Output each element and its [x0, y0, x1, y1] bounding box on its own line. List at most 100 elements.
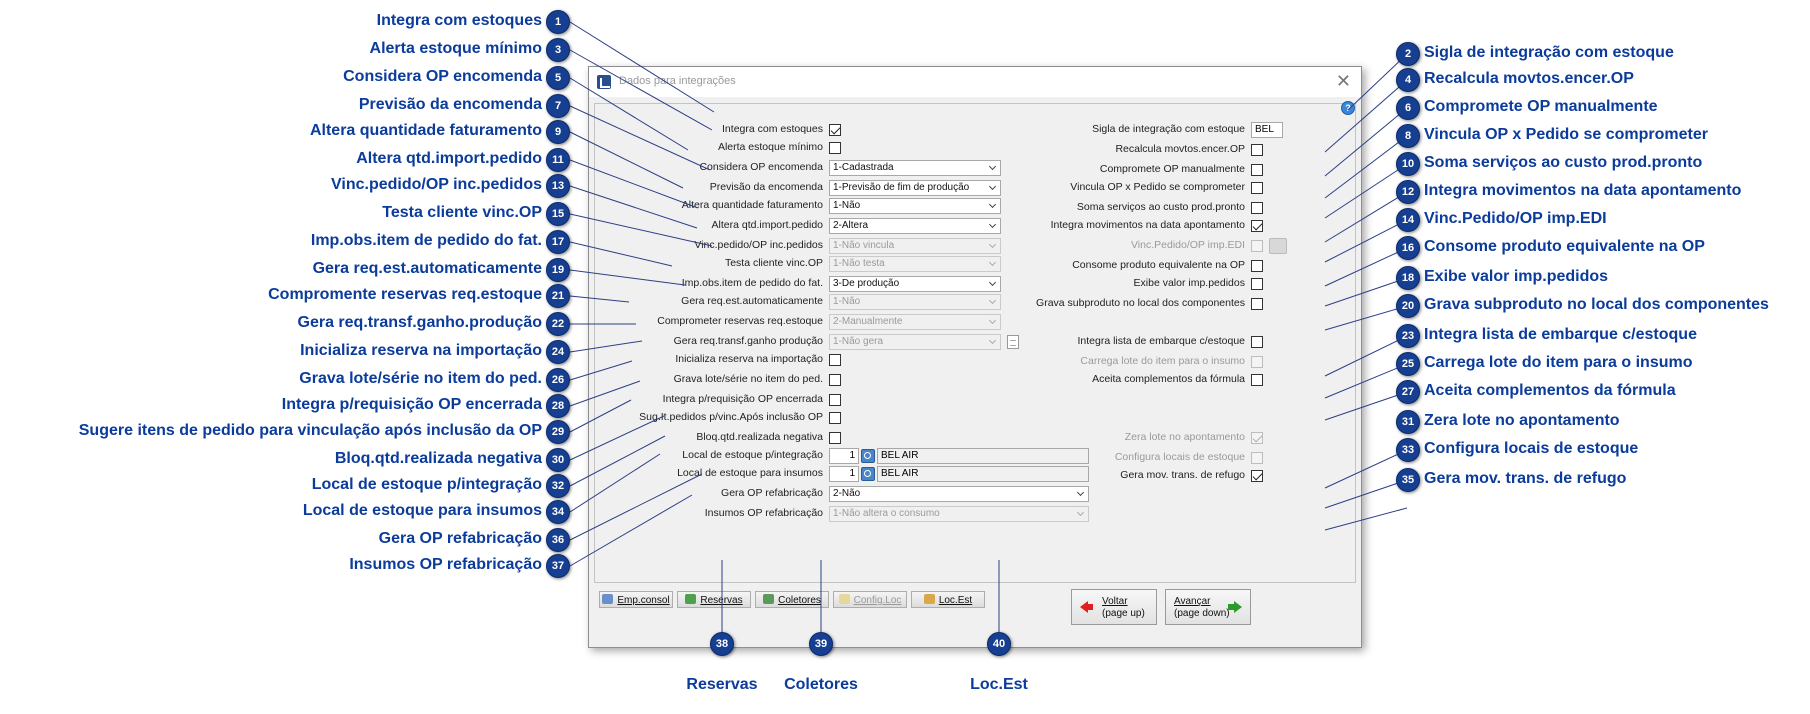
chevron-down-icon	[986, 335, 1000, 349]
checkbox-vincula-op-pedido[interactable]	[1251, 182, 1263, 194]
help-icon[interactable]: ?	[1341, 101, 1355, 115]
callout-label-39: Coletores	[784, 676, 858, 693]
checkbox-soma-servicos[interactable]	[1251, 202, 1263, 214]
label-gera-op-refabricacao: Gera OP refabricação	[721, 487, 823, 499]
document-icon[interactable]	[1007, 335, 1019, 349]
select-gera-req-transf-ganho[interactable]: 1-Não gera	[829, 334, 1001, 350]
checkbox-grava-lote-serie[interactable]	[829, 374, 841, 386]
chevron-down-icon	[986, 219, 1000, 233]
select-vinc-pedido-op-inc-pedidos[interactable]: 1-Não vincula	[829, 238, 1001, 254]
callout-label-32: Local de estoque p/integração	[311, 476, 542, 493]
chevron-down-icon	[1074, 507, 1088, 521]
app-icon	[597, 75, 611, 89]
select-value: 2-Manualmente	[833, 316, 903, 327]
label-sigla-integracao: Sigla de integração com estoque	[1092, 123, 1245, 135]
callout-number-7: 7	[546, 94, 570, 118]
close-icon[interactable]: ✕	[1336, 70, 1351, 92]
local-estoque-insumos-name: BEL AIR	[877, 466, 1089, 482]
reservas-icon	[685, 594, 697, 604]
checkbox-exibe-valor[interactable]	[1251, 278, 1263, 290]
select-value: 1-Cadastrada	[833, 162, 894, 173]
local-estoque-integracao-code[interactable]: 1	[829, 448, 859, 464]
local-estoque-insumos-code[interactable]: 1	[829, 466, 859, 482]
checkbox-grava-subproduto[interactable]	[1251, 298, 1263, 310]
checkbox-vinc-pedido-op-edi[interactable]	[1251, 240, 1263, 252]
dialog-title: Dados para integrações	[619, 75, 736, 87]
search-icon[interactable]	[861, 467, 875, 481]
callout-number-11: 11	[546, 148, 570, 172]
label-insumos-op-refabricacao: Insumos OP refabricação	[704, 507, 823, 519]
checkbox-carrega-lote[interactable]	[1251, 356, 1263, 368]
avancar-button[interactable]: Avançar (page down)	[1165, 589, 1251, 625]
reservas-button[interactable]: Reservas	[677, 591, 751, 608]
checkbox-consome-produto[interactable]	[1251, 260, 1263, 272]
callout-label-9: Altera quantidade faturamento	[309, 122, 542, 139]
label-gera-req-est-automaticamente: Gera req.est.automaticamente	[681, 295, 823, 307]
select-altera-quantidade-faturamento[interactable]: 1-Não	[829, 198, 1001, 214]
checkbox-zera-lote[interactable]	[1251, 432, 1263, 444]
checkbox-integra-movimentos[interactable]	[1251, 220, 1263, 232]
select-comprometer-reservas[interactable]: 2-Manualmente	[829, 314, 1001, 330]
callout-label-31: Zera lote no apontamento	[1424, 412, 1620, 429]
voltar-button[interactable]: Voltar (page up)	[1071, 589, 1157, 625]
config-loc-icon	[838, 594, 850, 604]
checkbox-sug-it-pedidos[interactable]	[829, 412, 841, 424]
coletores-button[interactable]: Coletores	[755, 591, 829, 608]
config-loc-button[interactable]: Config.Loc	[833, 591, 907, 608]
select-previsao-da-encomenda[interactable]: 1-Previsão de fim de produção	[829, 180, 1001, 196]
callout-number-1: 1	[546, 10, 570, 34]
checkbox-compromete-op[interactable]	[1251, 164, 1263, 176]
emp-consol-button[interactable]: Emp.consol	[599, 591, 673, 608]
checkbox-alerta-estoque-minimo[interactable]	[829, 142, 841, 154]
callout-number-18: 18	[1396, 266, 1420, 290]
checkbox-integra-com-estoques[interactable]	[829, 124, 841, 136]
checkbox-gera-mov-trans-refugo[interactable]	[1251, 470, 1263, 482]
callout-number-5: 5	[546, 66, 570, 90]
label-exibe-valor: Exibe valor imp.pedidos	[1133, 277, 1245, 289]
callout-number-24: 24	[546, 340, 570, 364]
edi-config-icon[interactable]	[1269, 238, 1287, 254]
label-consome-produto: Consome produto equivalente na OP	[1072, 259, 1245, 271]
coletores-label: Coletores	[778, 595, 821, 606]
config-loc-label: Config.Loc	[853, 595, 902, 606]
callout-number-6: 6	[1396, 96, 1420, 120]
select-imp-obs-item-pedido[interactable]: 3-De produção	[829, 276, 1001, 292]
checkbox-integra-requisicao-op[interactable]	[829, 394, 841, 406]
label-vinc-pedido-op-edi: Vinc.Pedido/OP imp.EDI	[1130, 239, 1245, 251]
select-considera-op-encomenda[interactable]: 1-Cadastrada	[829, 160, 1001, 176]
chevron-down-icon	[986, 181, 1000, 195]
callout-number-32: 32	[546, 474, 570, 498]
select-testa-cliente-vinc-op[interactable]: 1-Não testa	[829, 256, 1001, 272]
select-gera-op-refabricacao[interactable]: 2-Não	[829, 486, 1089, 502]
checkbox-aceita-complementos[interactable]	[1251, 374, 1263, 386]
label-gera-req-transf-ganho: Gera req.transf.ganho produção	[673, 335, 823, 347]
label-integra-lista-embarque: Integra lista de embarque c/estoque	[1077, 335, 1245, 347]
label-vinc-pedido-op-inc-pedidos: Vinc.pedido/OP inc.pedidos	[694, 239, 823, 251]
label-sug-it-pedidos: Sug.It.pedidos p/vinc.Após inclusão OP	[639, 411, 823, 423]
callout-label-21: Compromente reservas req.estoque	[268, 286, 542, 303]
select-altera-qtd-import-pedido[interactable]: 2-Altera	[829, 218, 1001, 234]
callout-label-5: Considera OP encomenda	[343, 68, 542, 85]
callout-number-39: 39	[809, 632, 833, 656]
select-value: 1-Não	[833, 200, 861, 211]
checkbox-integra-lista-embarque[interactable]	[1251, 336, 1263, 348]
callout-label-11: Altera qtd.import.pedido	[356, 150, 542, 167]
checkbox-recalcula-movtos[interactable]	[1251, 144, 1263, 156]
callout-label-37: Insumos OP refabricação	[349, 556, 542, 573]
callout-number-26: 26	[546, 368, 570, 392]
select-insumos-op-refabricacao[interactable]: 1-Não altera o consumo	[829, 506, 1089, 522]
callout-label-14: Vinc.Pedido/OP imp.EDI	[1424, 210, 1607, 227]
loc-est-button[interactable]: Loc.Est	[911, 591, 985, 608]
checkbox-bloq-qtd-realizada[interactable]	[829, 432, 841, 444]
search-icon[interactable]	[861, 449, 875, 463]
callout-number-34: 34	[546, 500, 570, 524]
checkbox-configura-locais[interactable]	[1251, 452, 1263, 464]
chevron-down-icon	[986, 239, 1000, 253]
sigla-integracao-input[interactable]: BEL	[1251, 122, 1283, 138]
checkbox-inicializa-reserva[interactable]	[829, 354, 841, 366]
callout-label-35: Gera mov. trans. de refugo	[1424, 470, 1627, 487]
select-gera-req-est-automaticamente[interactable]: 1-Não	[829, 294, 1001, 310]
label-configura-locais: Configura locais de estoque	[1114, 451, 1245, 463]
callout-label-6: Compromete OP manualmente	[1424, 98, 1658, 115]
callout-number-20: 20	[1396, 294, 1420, 318]
